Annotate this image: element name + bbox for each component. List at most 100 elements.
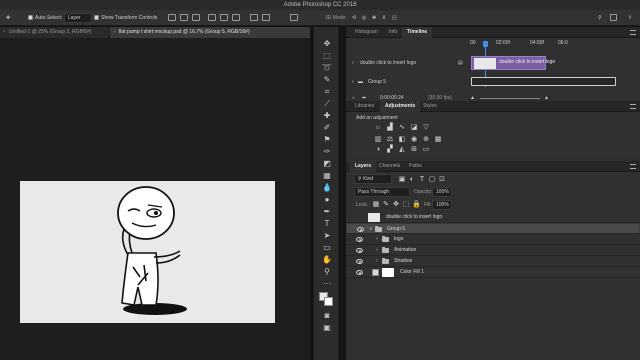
threshold-icon[interactable]: ◭ bbox=[398, 146, 406, 154]
document-canvas[interactable] bbox=[20, 181, 275, 323]
filter-adjustment-icon[interactable]: ◐ bbox=[408, 176, 416, 184]
3d-orbit-icon[interactable]: ⟲ bbox=[352, 14, 356, 22]
visibility-eye-icon[interactable] bbox=[357, 227, 364, 232]
history-brush-tool-icon[interactable]: ✑ bbox=[320, 147, 334, 157]
pen-tool-icon[interactable]: ✒ bbox=[320, 207, 334, 217]
filter-shape-icon[interactable]: ▢ bbox=[428, 176, 436, 184]
tab-styles[interactable]: Styles bbox=[418, 101, 442, 112]
show-transform-checkbox[interactable]: Show Transform Controls bbox=[94, 14, 157, 22]
color-balance-icon[interactable]: ⚖ bbox=[386, 136, 394, 144]
blur-tool-icon[interactable]: 💧 bbox=[320, 183, 334, 193]
expand-arrow-icon[interactable]: › bbox=[376, 235, 378, 243]
layer-row[interactable]: Color Fill 1 bbox=[346, 267, 640, 278]
layer-row[interactable]: double click to insert logo bbox=[346, 212, 640, 223]
hand-tool-icon[interactable]: ✋ bbox=[320, 255, 334, 265]
group-track-bar[interactable] bbox=[471, 77, 616, 86]
lock-all-icon[interactable]: 🔒 bbox=[412, 201, 421, 209]
track-expand-icon[interactable]: › bbox=[352, 59, 354, 67]
panel-menu-icon[interactable] bbox=[630, 30, 636, 35]
curves-icon[interactable]: ∿ bbox=[398, 124, 406, 132]
tab-channels[interactable]: Channels bbox=[374, 161, 405, 172]
fill-input[interactable]: 100% bbox=[432, 200, 452, 210]
quick-select-tool-icon[interactable]: ✎ bbox=[320, 75, 334, 85]
healing-tool-icon[interactable]: ✚ bbox=[320, 111, 334, 121]
distribute-h-icon[interactable] bbox=[262, 14, 270, 21]
clone-stamp-tool-icon[interactable]: ⚑ bbox=[320, 135, 334, 145]
tab-tshirt-mockup[interactable]: × flat pump t shirt mockup.psd @ 16.7% (G… bbox=[110, 27, 310, 38]
canvas-area[interactable] bbox=[0, 38, 310, 360]
lasso-tool-icon[interactable]: ➰ bbox=[320, 63, 334, 73]
visibility-eye-icon[interactable] bbox=[356, 259, 363, 264]
vibrance-icon[interactable]: ▽ bbox=[422, 124, 430, 132]
zoom-tool-icon[interactable]: ⚲ bbox=[320, 267, 334, 277]
channel-mixer-icon[interactable]: ⊕ bbox=[422, 136, 430, 144]
levels-icon[interactable]: ▟ bbox=[386, 124, 394, 132]
marquee-tool-icon[interactable]: ⬚ bbox=[320, 51, 334, 61]
layer-row[interactable]: ∨ Group 5 bbox=[346, 223, 640, 234]
hue-saturation-icon[interactable]: ▥ bbox=[374, 136, 382, 144]
opacity-input[interactable]: 100% bbox=[432, 187, 452, 197]
color-lookup-icon[interactable]: ▦ bbox=[434, 136, 442, 144]
align-right-icon[interactable] bbox=[232, 14, 240, 21]
visibility-eye-icon[interactable] bbox=[356, 270, 363, 275]
filter-type-icon[interactable]: T bbox=[418, 176, 426, 184]
layer-row[interactable]: › Shadow bbox=[346, 256, 640, 267]
panel-menu-icon[interactable] bbox=[630, 104, 636, 109]
auto-select-checkbox[interactable]: Auto-Select: bbox=[28, 14, 62, 22]
brush-tool-icon[interactable]: ✐ bbox=[320, 123, 334, 133]
black-white-icon[interactable]: ◧ bbox=[398, 136, 406, 144]
search-icon[interactable]: ⚲ bbox=[598, 14, 602, 22]
expand-arrow-icon[interactable]: › bbox=[376, 246, 378, 254]
auto-select-dropdown[interactable]: Layer bbox=[64, 13, 92, 23]
gradient-tool-icon[interactable]: ▦ bbox=[320, 171, 334, 181]
lock-transparent-icon[interactable]: ▦ bbox=[372, 201, 380, 209]
path-select-tool-icon[interactable]: ➤ bbox=[320, 231, 334, 241]
tab-adjustments[interactable]: Adjustments bbox=[380, 101, 421, 112]
align-middle-icon[interactable] bbox=[180, 14, 188, 21]
brightness-contrast-icon[interactable]: ☼ bbox=[374, 124, 382, 132]
move-tool-icon[interactable]: ✥ bbox=[320, 39, 334, 49]
blend-mode-dropdown[interactable]: Pass Through bbox=[354, 187, 410, 197]
share-icon[interactable]: ⇪ bbox=[628, 14, 632, 22]
filter-smart-icon[interactable]: ⊡ bbox=[438, 176, 446, 184]
filter-pixel-icon[interactable]: ▣ bbox=[398, 176, 406, 184]
dodge-tool-icon[interactable]: ● bbox=[320, 195, 334, 205]
photo-filter-icon[interactable]: ◉ bbox=[410, 136, 418, 144]
group-expand-icon[interactable]: › bbox=[352, 78, 354, 86]
lock-artboard-icon[interactable]: ⬚ bbox=[402, 201, 410, 209]
lock-image-icon[interactable]: ✎ bbox=[382, 201, 390, 209]
panel-menu-icon[interactable] bbox=[630, 164, 636, 169]
film-icon[interactable]: ▤ bbox=[458, 59, 463, 67]
background-color-swatch[interactable] bbox=[324, 297, 333, 306]
posterize-icon[interactable]: ▞ bbox=[386, 146, 394, 154]
layer-filter-dropdown[interactable]: ⚲ Kind bbox=[354, 174, 392, 184]
align-bottom-icon[interactable] bbox=[192, 14, 200, 21]
align-top-icon[interactable] bbox=[168, 14, 176, 21]
tab-untitled-1[interactable]: × Untitled-1 @ 25% (Group 2, RGB/8#) bbox=[0, 27, 108, 38]
exposure-icon[interactable]: ◪ bbox=[410, 124, 418, 132]
close-icon[interactable]: × bbox=[113, 29, 116, 35]
visibility-eye-icon[interactable] bbox=[356, 237, 363, 242]
more-tools-icon[interactable]: ··· bbox=[320, 279, 334, 289]
gradient-map-icon[interactable]: ▭ bbox=[422, 146, 430, 154]
rectangle-tool-icon[interactable]: ▭ bbox=[320, 243, 334, 253]
3d-scale-icon[interactable]: ◰ bbox=[392, 14, 397, 22]
layer-row[interactable]: › Animation bbox=[346, 245, 640, 256]
crop-tool-icon[interactable]: ⌗ bbox=[320, 87, 334, 97]
close-icon[interactable]: × bbox=[3, 29, 6, 35]
eyedropper-tool-icon[interactable]: ⟋ bbox=[320, 99, 334, 109]
invert-icon[interactable]: ◑ bbox=[374, 146, 382, 154]
tab-paths[interactable]: Paths bbox=[404, 161, 427, 172]
tab-libraries[interactable]: Libraries bbox=[350, 101, 379, 112]
3d-slide-icon[interactable]: ⇕ bbox=[382, 14, 386, 22]
tab-info[interactable]: Info bbox=[384, 27, 402, 38]
screen-mode-icon[interactable]: ▣ bbox=[320, 323, 334, 333]
move-tool-icon[interactable]: ✥ bbox=[6, 14, 10, 22]
layer-row[interactable]: › logo bbox=[346, 234, 640, 245]
visibility-eye-icon[interactable] bbox=[356, 248, 363, 253]
tab-timeline[interactable]: Timeline bbox=[402, 27, 433, 38]
distribute-icon[interactable] bbox=[250, 14, 258, 21]
tab-layers[interactable]: Layers bbox=[350, 161, 377, 172]
quick-mask-icon[interactable]: ◙ bbox=[320, 311, 334, 321]
auto-align-icon[interactable] bbox=[290, 14, 298, 21]
